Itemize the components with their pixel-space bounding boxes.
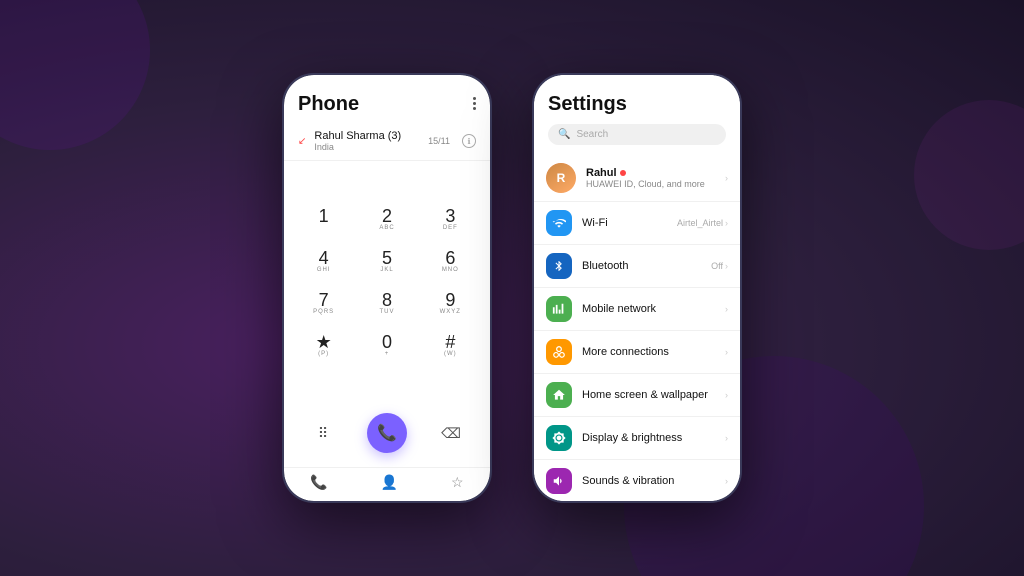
call-count: 15/11 <box>428 136 450 146</box>
settings-item-display[interactable]: Display & brightness › <box>534 417 740 460</box>
home-screen-chevron: › <box>725 390 728 400</box>
sounds-label: Sounds & vibration <box>582 475 715 487</box>
settings-header: Settings 🔍 Search <box>534 75 740 155</box>
wifi-right: Airtel_Airtel › <box>677 218 728 228</box>
nav-favorites-icon[interactable]: ☆ <box>451 474 464 491</box>
phone-dialer: Phone ↙ Rahul Sharma (3) India 15/11 <box>282 73 492 503</box>
sounds-content: Sounds & vibration <box>582 475 715 487</box>
home-screen-right: › <box>725 390 728 400</box>
phone-bottom-nav: 📞 👤 ☆ <box>284 467 490 501</box>
sounds-chevron: › <box>725 476 728 486</box>
dial-key-1[interactable]: 1 <box>294 201 353 239</box>
wifi-chevron: › <box>725 218 728 228</box>
settings-item-mobile-network[interactable]: Mobile network › <box>534 288 740 331</box>
mobile-network-icon <box>546 296 572 322</box>
dial-key-5[interactable]: 5 JKL <box>357 243 416 281</box>
settings-item-sounds[interactable]: Sounds & vibration › <box>534 460 740 501</box>
bluetooth-content: Bluetooth <box>582 260 701 272</box>
nav-contacts-icon[interactable]: 👤 <box>381 474 398 491</box>
profile-subtitle: HUAWEI ID, Cloud, and more <box>586 179 715 189</box>
bluetooth-chevron: › <box>725 261 728 271</box>
settings-item-bluetooth[interactable]: Bluetooth Off › <box>534 245 740 288</box>
wifi-label: Wi-Fi <box>582 217 667 229</box>
missed-call-icon: ↙ <box>298 136 306 147</box>
dial-key-7[interactable]: 7 PQRS <box>294 285 353 323</box>
call-name: Rahul Sharma (3) <box>314 130 420 142</box>
more-connections-content: More connections <box>582 346 715 358</box>
phones-container: Phone ↙ Rahul Sharma (3) India 15/11 <box>282 73 742 503</box>
dial-key-star[interactable]: ★ (P) <box>294 327 353 365</box>
wifi-icon <box>546 210 572 236</box>
search-placeholder: Search <box>576 129 608 140</box>
dialpad: 1 2 ABC 3 DEF 4 GHI <box>284 161 490 405</box>
search-icon: 🔍 <box>558 129 570 140</box>
settings-list: R Rahul HUAWEI ID, Cloud, and more › <box>534 155 740 501</box>
home-screen-icon <box>546 382 572 408</box>
chevron-right-icon: › <box>725 173 728 183</box>
settings-item-wifi[interactable]: Wi-Fi Airtel_Airtel › <box>534 202 740 245</box>
dial-key-9[interactable]: 9 WXYZ <box>421 285 480 323</box>
call-location: India <box>314 142 420 152</box>
mobile-network-right: › <box>725 304 728 314</box>
mobile-network-content: Mobile network <box>582 303 715 315</box>
mobile-network-chevron: › <box>725 304 728 314</box>
more-connections-icon <box>546 339 572 365</box>
more-connections-label: More connections <box>582 346 715 358</box>
wifi-value: Airtel_Airtel <box>677 218 723 228</box>
call-info: Rahul Sharma (3) India <box>314 130 420 152</box>
profile-item[interactable]: R Rahul HUAWEI ID, Cloud, and more › <box>534 155 740 202</box>
dot2 <box>473 102 476 105</box>
bluetooth-right: Off › <box>711 261 728 271</box>
sounds-icon <box>546 468 572 494</box>
dialer-header: Phone <box>284 75 490 122</box>
display-label: Display & brightness <box>582 432 715 444</box>
bluetooth-icon <box>546 253 572 279</box>
nav-phone-icon[interactable]: 📞 <box>310 474 327 491</box>
more-connections-right: › <box>725 347 728 357</box>
dial-key-6[interactable]: 6 MNO <box>421 243 480 281</box>
recent-call-item[interactable]: ↙ Rahul Sharma (3) India 15/11 ℹ <box>284 122 490 161</box>
notification-dot <box>620 170 626 176</box>
dot3 <box>473 107 476 110</box>
delete-button[interactable]: ⌫ <box>437 419 465 447</box>
profile-name: Rahul <box>586 167 715 179</box>
dialer-title: Phone <box>298 93 359 116</box>
dialpad-grid: 1 2 ABC 3 DEF 4 GHI <box>294 201 480 365</box>
dial-key-4[interactable]: 4 GHI <box>294 243 353 281</box>
mobile-network-label: Mobile network <box>582 303 715 315</box>
settings-screen: Settings 🔍 Search R <box>534 75 740 501</box>
dial-key-8[interactable]: 8 TUV <box>357 285 416 323</box>
phone-settings: Settings 🔍 Search R <box>532 73 742 503</box>
call-info-button[interactable]: ℹ <box>462 134 476 148</box>
bluetooth-value: Off <box>711 261 723 271</box>
dialer-actions: ⠿ 📞 ⌫ <box>284 405 490 467</box>
settings-title: Settings <box>548 93 726 116</box>
home-screen-content: Home screen & wallpaper <box>582 389 715 401</box>
settings-item-more-connections[interactable]: More connections › <box>534 331 740 374</box>
dialer-screen: Phone ↙ Rahul Sharma (3) India 15/11 <box>284 75 490 501</box>
display-right: › <box>725 433 728 443</box>
dial-key-3[interactable]: 3 DEF <box>421 201 480 239</box>
bluetooth-label: Bluetooth <box>582 260 701 272</box>
dialpad-icon[interactable]: ⠿ <box>309 419 337 447</box>
wifi-content: Wi-Fi <box>582 217 667 229</box>
call-button[interactable]: 📞 <box>367 413 407 453</box>
settings-item-home-screen[interactable]: Home screen & wallpaper › <box>534 374 740 417</box>
display-icon <box>546 425 572 451</box>
display-chevron: › <box>725 433 728 443</box>
sounds-right: › <box>725 476 728 486</box>
dial-key-0[interactable]: 0 + <box>357 327 416 365</box>
dial-key-2[interactable]: 2 ABC <box>357 201 416 239</box>
dial-key-hash[interactable]: # (W) <box>421 327 480 365</box>
home-screen-label: Home screen & wallpaper <box>582 389 715 401</box>
dot1 <box>473 97 476 100</box>
avatar: R <box>546 163 576 193</box>
more-connections-chevron: › <box>725 347 728 357</box>
settings-search-bar[interactable]: 🔍 Search <box>548 124 726 145</box>
more-options-button[interactable] <box>473 93 476 110</box>
display-content: Display & brightness <box>582 432 715 444</box>
profile-content: Rahul HUAWEI ID, Cloud, and more <box>586 167 715 189</box>
